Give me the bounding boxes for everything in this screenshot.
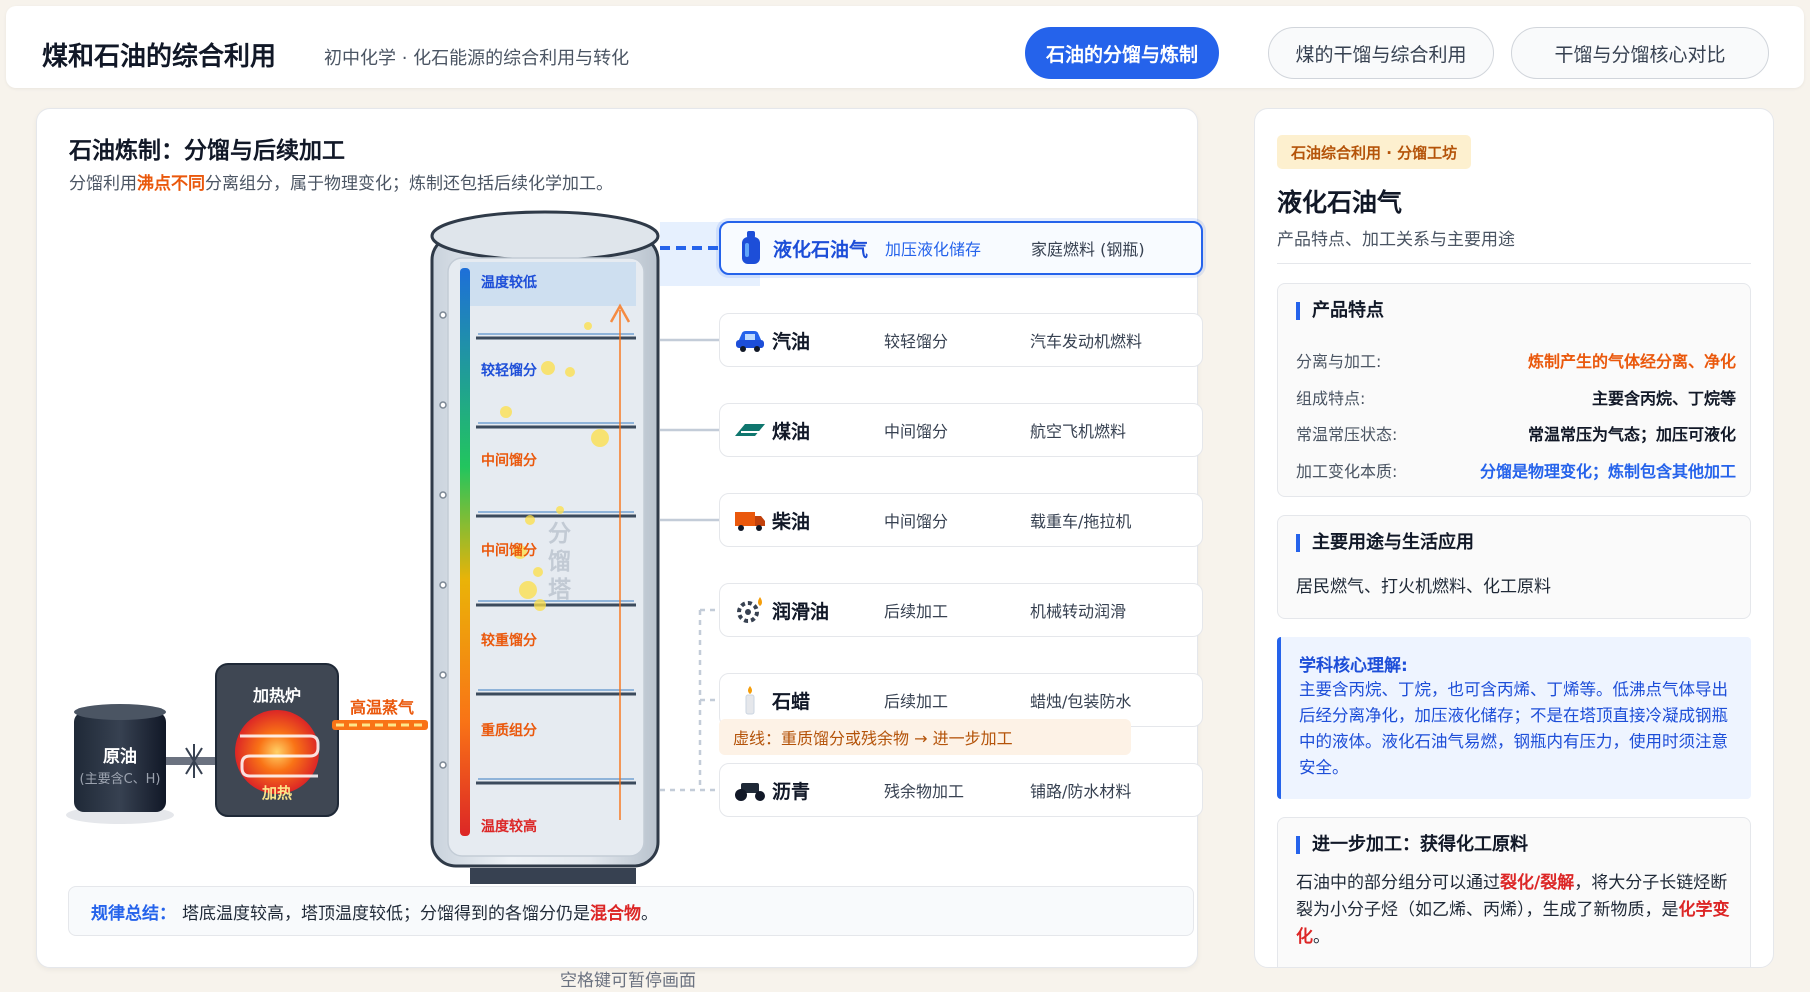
- dashed-line-legend: 虚线：重质馏分或残余物 → 进一步加工: [719, 719, 1131, 755]
- crude-oil-label: 原油: [103, 747, 137, 767]
- app-header: 煤和石油的综合利用 初中化学 · 化石能源的综合利用与转化 石油的分馏与炼制 煤…: [6, 6, 1804, 88]
- car-icon: [732, 325, 768, 355]
- detail-title: 液化石油气: [1277, 188, 1403, 217]
- product-row-lpg[interactable]: 液化石油气 加压液化储存 家庭燃料 (钢瓶): [719, 221, 1203, 275]
- section-title: 石油炼制：分馏与后续加工: [69, 138, 345, 164]
- detail-badge: 石油综合利用 · 分馏工坊: [1277, 135, 1472, 169]
- product-row-asphalt[interactable]: 沥青 残余物加工 铺路/防水材料: [719, 763, 1203, 817]
- insight-title: 学科核心理解:: [1299, 656, 1408, 676]
- tab-coal-carbonization[interactable]: 煤的干馏与综合利用: [1268, 27, 1494, 79]
- candle-icon: [732, 685, 768, 715]
- tower-level-middle-1: 中间馏分: [481, 453, 537, 469]
- hot-vapor-label: 高温蒸气: [350, 698, 415, 717]
- tower-level-middle-2: 中间馏分: [481, 543, 537, 559]
- tower-label: 分馏塔: [548, 521, 571, 603]
- product-row-kerosene[interactable]: 煤油 中间馏分 航空飞机燃料: [719, 403, 1203, 457]
- app-title: 煤和石油的综合利用: [42, 42, 277, 72]
- further-text: 石油中的部分组分可以通过裂化/裂解，将大分子长链烃断裂为小分子烃（如乙烯、丙烯）…: [1296, 873, 1730, 947]
- crude-oil-sublabel: (主要含C、H): [79, 772, 161, 787]
- section-description: 分馏利用沸点不同分离组分，属于物理变化；炼制还包括后续化学加工。: [69, 174, 613, 194]
- app-subtitle: 初中化学 · 化石能源的综合利用与转化: [324, 48, 630, 69]
- summary-bar: 规律总结： 塔底温度较高，塔顶温度较低；分馏得到的各馏分仍是 混合物。: [68, 886, 1194, 936]
- uses-card: 主要用途与生活应用 居民燃气、打火机燃料、化工原料: [1277, 515, 1751, 619]
- product-row-lubricant[interactable]: 润滑油 后续加工 机械转动润滑: [719, 583, 1203, 637]
- gas-cylinder-icon: [733, 231, 769, 264]
- further-title: 进一步加工：获得化工原料: [1296, 836, 1528, 854]
- gear-oil-icon: [732, 595, 768, 625]
- tower-level-heavy: 较重馏分: [481, 633, 537, 649]
- tab-comparison[interactable]: 干馏与分馏核心对比: [1511, 27, 1769, 79]
- uses-text: 居民燃气、打火机燃料、化工原料: [1296, 577, 1551, 597]
- tower-level-top: 温度较低: [481, 275, 537, 291]
- tower-level-light: 较轻馏分: [481, 363, 537, 379]
- uses-title: 主要用途与生活应用: [1296, 534, 1474, 552]
- core-insight-box: 学科核心理解: 主要含丙烷、丁烷，也可含丙烯、丁烯等。低沸点气体导出后经分离净化…: [1277, 637, 1751, 799]
- furnace-heat-label: 加热: [261, 784, 292, 802]
- tower-level-bottom: 温度较高: [481, 819, 537, 835]
- airplane-icon: [732, 415, 768, 445]
- divider: [1277, 263, 1751, 264]
- tab-petroleum-distillation[interactable]: 石油的分馏与炼制: [1025, 27, 1219, 79]
- features-card: 产品特点 分离与加工: 炼制产生的气体经分离、净化 组成特点: 主要含丙烷、丁烷…: [1277, 283, 1751, 497]
- tower-level-residue: 重质组分: [481, 723, 537, 739]
- detail-panel: 石油综合利用 · 分馏工坊 液化石油气 产品特点、加工关系与主要用途 产品特点 …: [1254, 108, 1774, 968]
- furnace-label: 加热炉: [252, 686, 301, 705]
- product-row-diesel[interactable]: 柴油 中间馏分 载重车/拖拉机: [719, 493, 1203, 547]
- pause-hint: 空格键可暂停画面: [560, 971, 696, 991]
- further-processing-card: 进一步加工：获得化工原料 石油中的部分组分可以通过裂化/裂解，将大分子长链烃断裂…: [1277, 817, 1751, 967]
- detail-subtitle: 产品特点、加工关系与主要用途: [1277, 230, 1515, 250]
- insight-text: 主要含丙烷、丁烷，也可含丙烯、丁烯等。低沸点气体导出后经分离净化，加压液化储存；…: [1299, 680, 1728, 777]
- road-roller-icon: [732, 775, 768, 805]
- truck-icon: [732, 505, 768, 535]
- features-title: 产品特点: [1296, 302, 1384, 320]
- product-row-gasoline[interactable]: 汽油 较轻馏分 汽车发动机燃料: [719, 313, 1203, 367]
